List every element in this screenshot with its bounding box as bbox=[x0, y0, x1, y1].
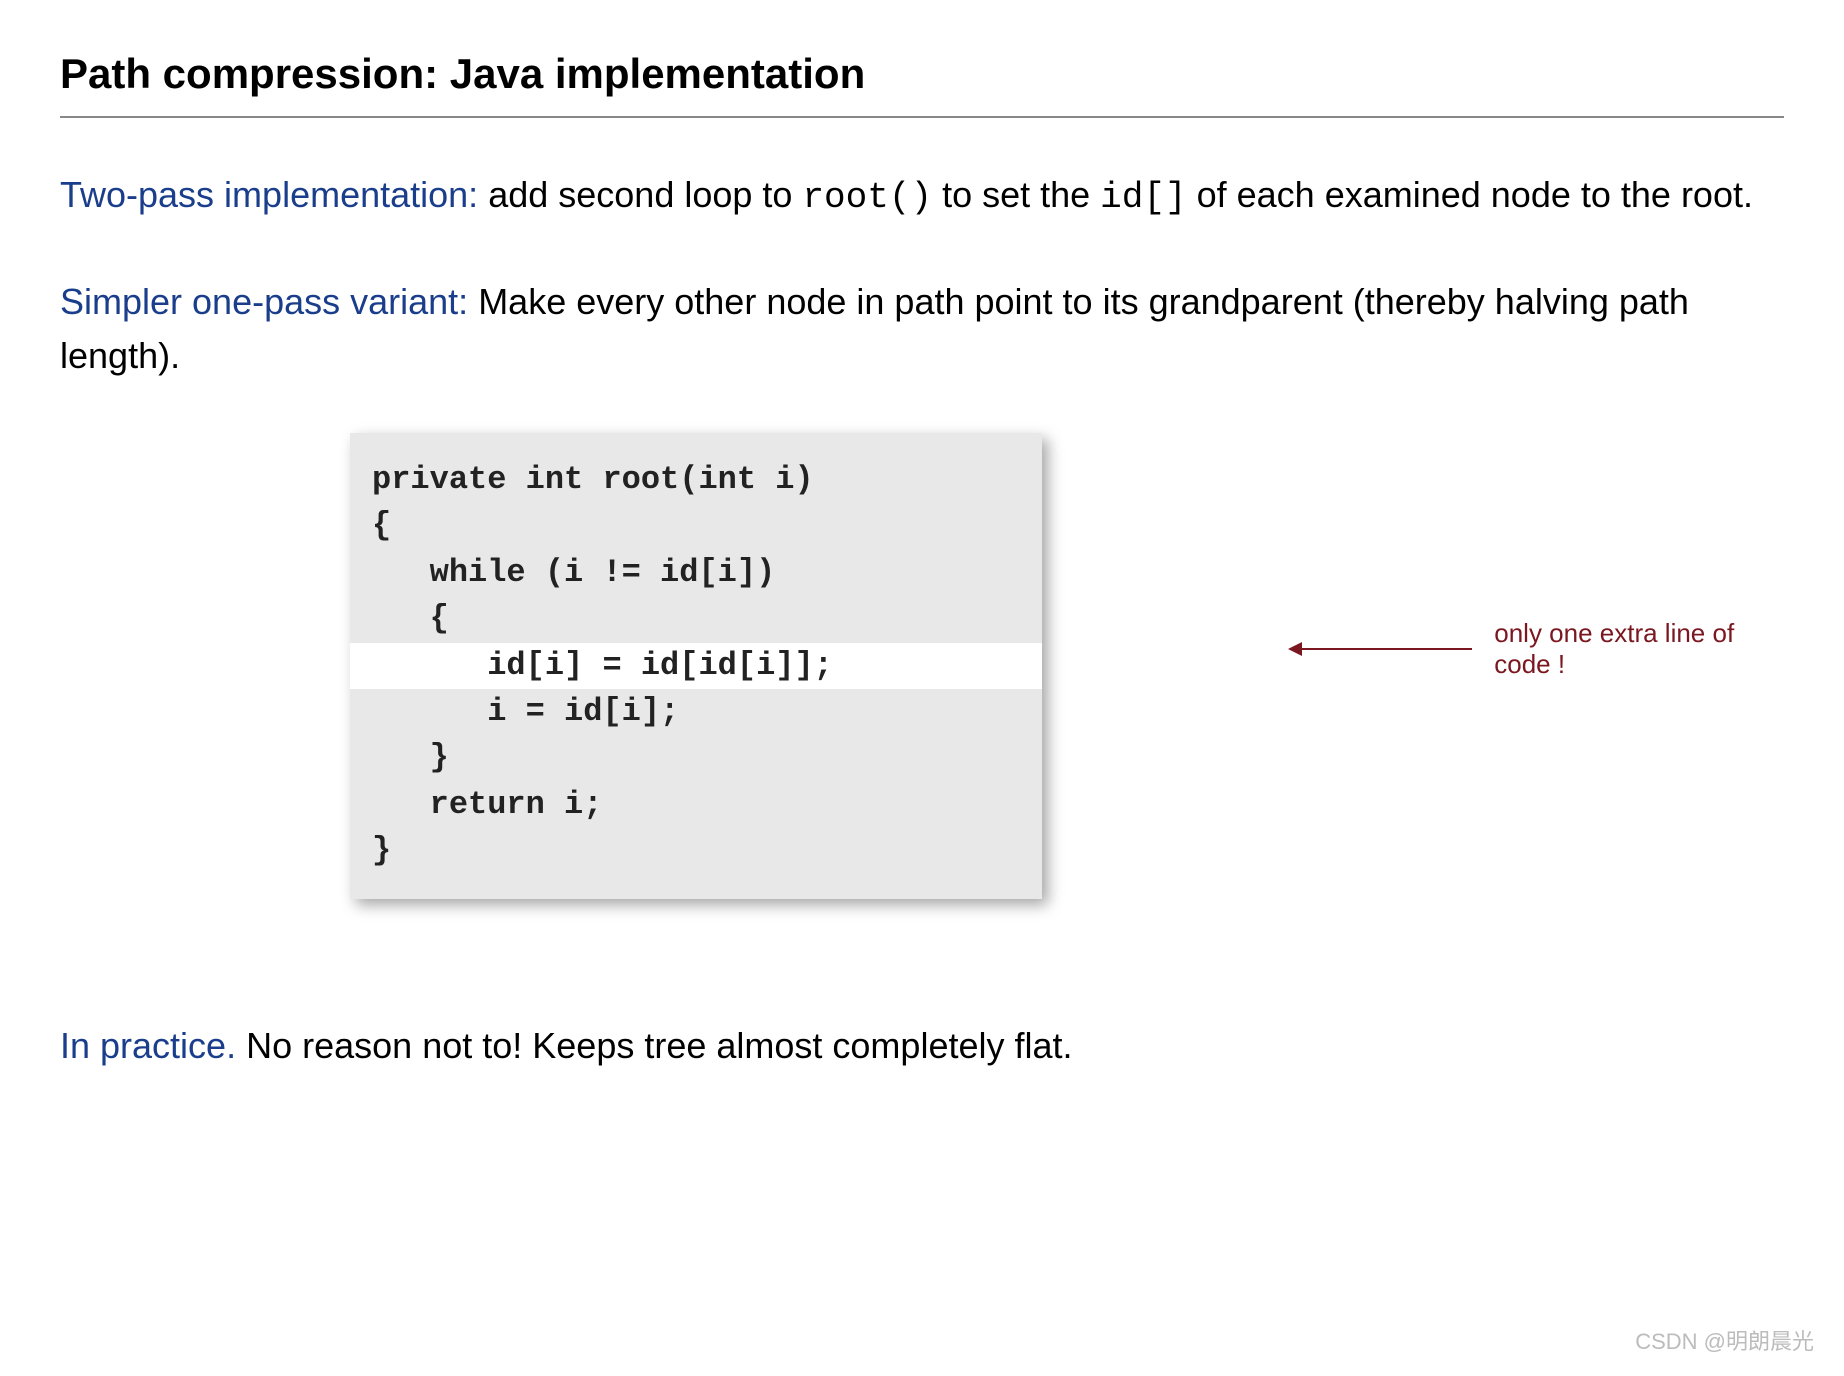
code-line-4: { bbox=[372, 600, 449, 637]
two-pass-text-1: add second loop to bbox=[478, 174, 802, 215]
annotation: only one extra line of code ! bbox=[1290, 618, 1784, 680]
in-practice-text: No reason not to! Keeps tree almost comp… bbox=[236, 1025, 1072, 1066]
section-in-practice: In practice. No reason not to! Keeps tre… bbox=[60, 1019, 1784, 1073]
code-block: private int root(int i) { while (i != id… bbox=[350, 433, 1042, 899]
title-divider bbox=[60, 116, 1784, 118]
slide-title: Path compression: Java implementation bbox=[60, 50, 1784, 98]
annotation-text: only one extra line of code ! bbox=[1494, 618, 1784, 680]
code-inline-id: id[] bbox=[1100, 177, 1186, 218]
code-line-6: i = id[i]; bbox=[372, 693, 679, 730]
two-pass-text-3: of each examined node to the root. bbox=[1187, 174, 1753, 215]
code-line-1: private int root(int i) bbox=[372, 461, 814, 498]
one-pass-label: Simpler one-pass variant: bbox=[60, 281, 468, 322]
code-inline-root: root() bbox=[802, 177, 932, 218]
arrow-line bbox=[1290, 648, 1472, 650]
two-pass-label: Two-pass implementation: bbox=[60, 174, 478, 215]
arrow-left-icon bbox=[1288, 642, 1302, 656]
code-line-3: while (i != id[i]) bbox=[372, 554, 775, 591]
watermark: CSDN @明朗晨光 bbox=[1635, 1324, 1814, 1356]
code-line-9: } bbox=[372, 832, 391, 869]
code-line-8: return i; bbox=[372, 786, 602, 823]
code-line-highlight: id[i] = id[id[i]]; bbox=[350, 643, 1042, 689]
section-one-pass: Simpler one-pass variant: Make every oth… bbox=[60, 275, 1784, 383]
two-pass-text-2: to set the bbox=[932, 174, 1100, 215]
code-line-7: } bbox=[372, 739, 449, 776]
code-line-2: { bbox=[372, 507, 391, 544]
section-two-pass: Two-pass implementation: add second loop… bbox=[60, 168, 1784, 225]
in-practice-label: In practice. bbox=[60, 1025, 236, 1066]
code-area: private int root(int i) { while (i != id… bbox=[350, 433, 1784, 899]
